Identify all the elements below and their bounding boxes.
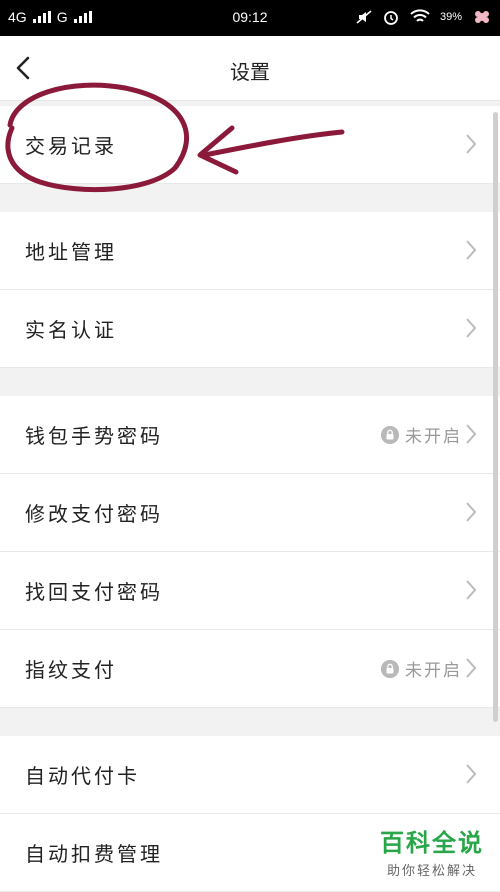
- menu-item-label: 地址管理: [25, 240, 117, 264]
- watermark-title: 百科全说: [380, 829, 484, 857]
- chevron-right-icon: [466, 580, 477, 600]
- menu-item-label: 钱包手势密码: [25, 424, 163, 448]
- menu-item-real-name-verification[interactable]: 实名认证: [0, 290, 500, 368]
- menu-item-label: 修改支付密码: [25, 502, 163, 526]
- menu-item-label: 指纹支付: [25, 658, 117, 682]
- wifi-icon: [410, 9, 430, 22]
- lock-icon: [381, 425, 399, 444]
- status-icons: 39%: [356, 8, 492, 26]
- status-indicator: 未开启: [381, 656, 462, 681]
- watermark-subtitle: 助你轻松解决: [386, 864, 477, 879]
- chevron-right-icon: [466, 424, 477, 444]
- watermark: 百科全说 助你轻松解决: [380, 823, 484, 879]
- section-divider: [0, 368, 500, 396]
- status-text: 未开启: [405, 427, 462, 447]
- flower-icon: [475, 11, 489, 23]
- section-divider: [0, 708, 500, 736]
- alarm-icon: [384, 11, 398, 25]
- chevron-right-icon: [466, 658, 477, 678]
- chevron-right-icon: [466, 134, 477, 154]
- menu-item-label: 交易记录: [25, 134, 117, 158]
- section-divider: [0, 184, 500, 212]
- battery-level: 39%: [439, 11, 462, 23]
- menu-item-fingerprint-payment[interactable]: 指纹支付 未开启: [0, 630, 500, 708]
- scrollbar[interactable]: [493, 112, 498, 722]
- menu-item-label: 自动代付卡: [25, 764, 140, 788]
- menu-item-auto-payment-card[interactable]: 自动代付卡: [0, 736, 500, 814]
- lock-icon: [381, 659, 399, 678]
- menu-item-label: 自动扣费管理: [25, 842, 163, 866]
- menu-item-transaction-records[interactable]: 交易记录: [0, 106, 500, 184]
- menu-item-wallet-gesture-password[interactable]: 钱包手势密码 未开启: [0, 396, 500, 474]
- chevron-right-icon: [466, 502, 477, 522]
- navigation-bar: 设置: [0, 36, 500, 101]
- status-bar: 4G G 09:12 39%: [0, 0, 500, 36]
- page-title: 设置: [230, 60, 270, 84]
- settings-list: 交易记录 地址管理 实名认证 钱包手势密码 未开启 修改支付密码 找回支付密码 …: [0, 106, 500, 892]
- menu-item-change-payment-password[interactable]: 修改支付密码: [0, 474, 500, 552]
- menu-item-label: 实名认证: [25, 318, 117, 342]
- status-indicator: 未开启: [381, 422, 462, 447]
- mute-icon: [356, 10, 372, 24]
- menu-item-recover-payment-password[interactable]: 找回支付密码: [0, 552, 500, 630]
- chevron-right-icon: [466, 764, 477, 784]
- status-text: 未开启: [405, 661, 462, 681]
- menu-item-label: 找回支付密码: [25, 580, 163, 604]
- menu-item-address-management[interactable]: 地址管理: [0, 212, 500, 290]
- chevron-right-icon: [466, 318, 477, 338]
- chevron-right-icon: [466, 240, 477, 260]
